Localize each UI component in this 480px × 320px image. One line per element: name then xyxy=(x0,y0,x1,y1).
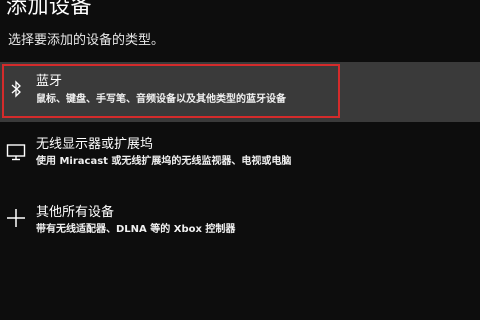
option-title: 蓝牙 xyxy=(36,74,63,89)
dialog-subtitle: 选择要添加的设备的类型。 xyxy=(8,33,165,48)
plus-icon xyxy=(6,208,26,228)
dialog-title: 添加设备 xyxy=(6,0,92,18)
option-title: 其他所有设备 xyxy=(36,205,115,220)
add-device-dialog: 添加设备 选择要添加的设备的类型。 蓝牙 鼠标、键盘、手写笔、音频设备以及其他类… xyxy=(0,0,480,320)
monitor-icon xyxy=(6,142,26,162)
option-description: 带有无线适配器、DLNA 等的 Xbox 控制器 xyxy=(36,224,236,235)
option-everything-else[interactable]: 其他所有设备 带有无线适配器、DLNA 等的 Xbox 控制器 xyxy=(0,199,480,249)
option-description: 使用 Miracast 或无线扩展坞的无线监视器、电视或电脑 xyxy=(36,156,292,167)
option-bluetooth[interactable]: 蓝牙 鼠标、键盘、手写笔、音频设备以及其他类型的蓝牙设备 xyxy=(0,62,480,122)
bluetooth-icon xyxy=(6,79,26,99)
option-wireless-display[interactable]: 无线显示器或扩展坞 使用 Miracast 或无线扩展坞的无线监视器、电视或电脑 xyxy=(0,132,480,182)
option-description: 鼠标、键盘、手写笔、音频设备以及其他类型的蓝牙设备 xyxy=(36,94,286,105)
option-title: 无线显示器或扩展坞 xyxy=(36,137,154,152)
selection-highlight xyxy=(2,64,340,118)
